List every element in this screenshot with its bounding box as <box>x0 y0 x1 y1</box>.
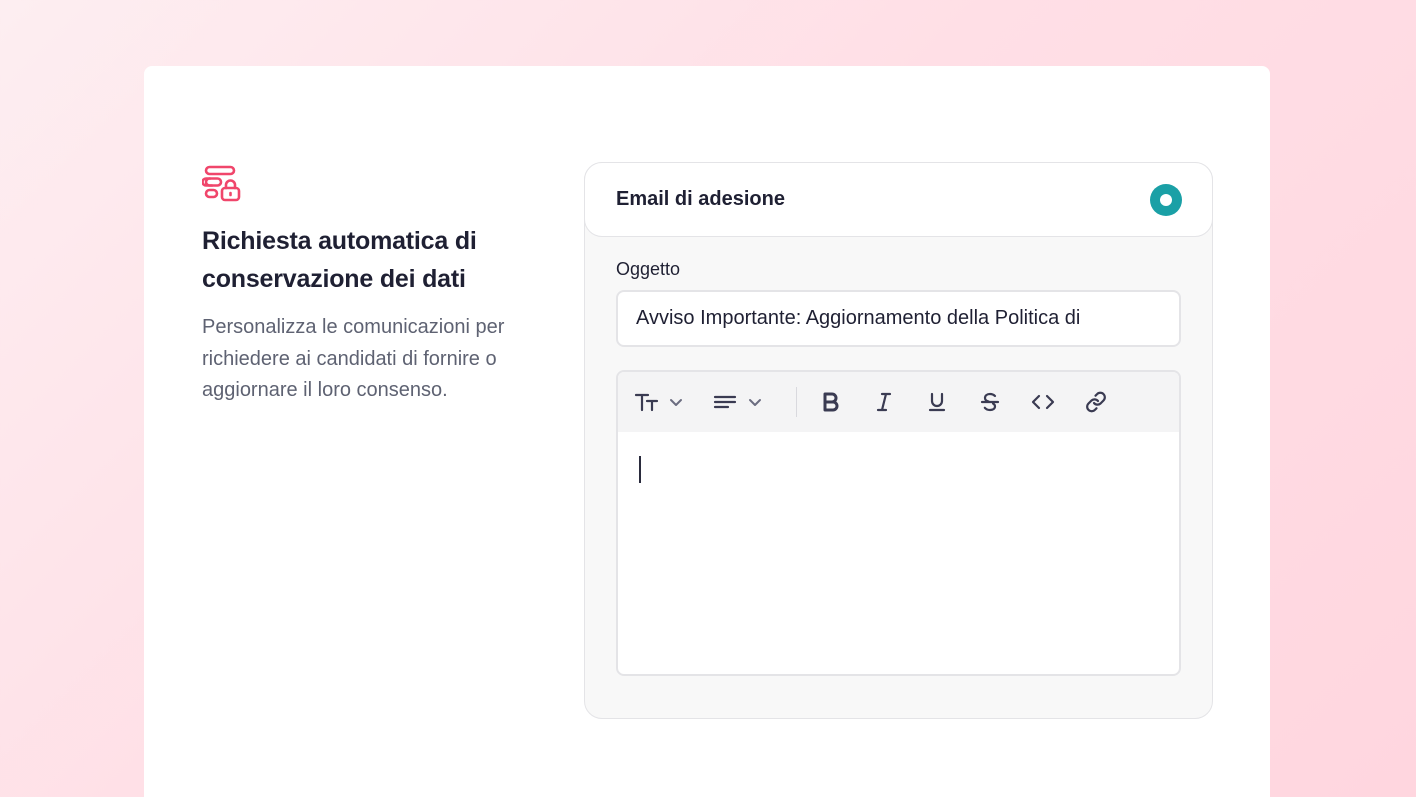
toolbar-divider <box>796 387 797 417</box>
bold-button[interactable] <box>811 382 851 422</box>
radio-dot <box>1160 193 1172 206</box>
link-icon <box>1086 391 1106 413</box>
italic-icon <box>876 392 892 412</box>
email-panel-header: Email di adesione <box>584 162 1213 237</box>
form-lock-icon <box>202 165 241 202</box>
align-icon <box>713 395 737 409</box>
code-button[interactable] <box>1023 382 1063 422</box>
align-dropdown[interactable] <box>712 382 782 422</box>
subject-label: Oggetto <box>616 259 681 279</box>
feature-description: Richiesta automatica di conservazione de… <box>202 164 522 407</box>
bold-icon <box>823 392 839 412</box>
chevron-down-icon <box>749 399 761 406</box>
strikethrough-button[interactable] <box>970 382 1010 422</box>
feature-text: Personalizza le comunicazioni per richie… <box>202 316 505 401</box>
editor-body[interactable] <box>618 432 1179 674</box>
email-enabled-radio[interactable] <box>1150 183 1182 216</box>
text-size-icon <box>634 393 659 412</box>
feature-title: Richiesta automatica di conservazione de… <box>202 222 522 298</box>
email-panel-title: Email di adesione <box>616 188 785 210</box>
underline-icon <box>928 392 946 412</box>
text-caret <box>639 456 641 483</box>
subject-input[interactable] <box>616 290 1181 347</box>
feature-title-line1: Richiesta automatica di <box>202 227 477 255</box>
link-button[interactable] <box>1076 382 1116 422</box>
italic-button[interactable] <box>864 382 904 422</box>
feature-card: Richiesta automatica di conservazione de… <box>144 66 1270 797</box>
email-panel: Email di adesione Oggetto <box>584 162 1213 719</box>
chevron-down-icon <box>670 399 682 406</box>
strikethrough-icon <box>980 392 1000 412</box>
feature-title-line2: conservazione dei dati <box>202 265 466 293</box>
rich-text-editor <box>616 370 1181 676</box>
underline-button[interactable] <box>917 382 957 422</box>
text-size-dropdown[interactable] <box>634 382 696 422</box>
code-icon <box>1031 394 1055 410</box>
editor-toolbar <box>618 372 1179 432</box>
